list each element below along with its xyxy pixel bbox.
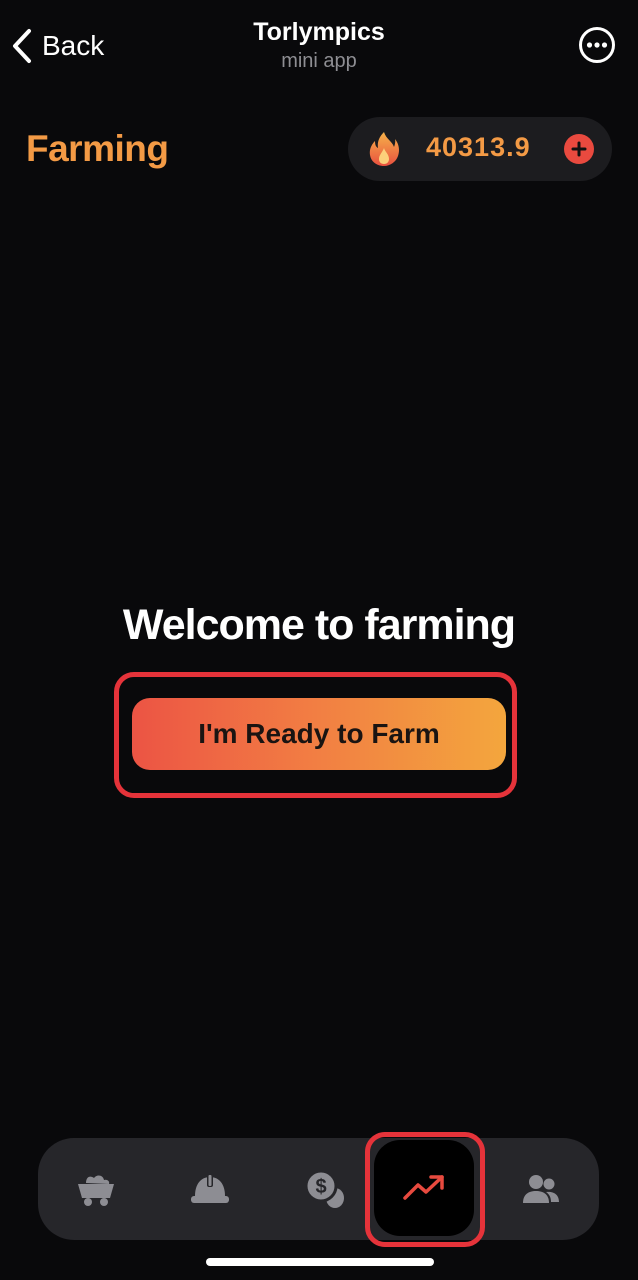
nav-item-earn[interactable]: $: [288, 1138, 360, 1240]
home-indicator: [206, 1258, 434, 1266]
coins-icon: $: [304, 1169, 344, 1208]
users-icon: [523, 1175, 559, 1203]
top-bar: Back Torlympics mini app: [0, 0, 638, 90]
nav-item-mine[interactable]: [60, 1138, 132, 1240]
add-balance-button[interactable]: [564, 134, 594, 164]
page-title: Farming: [26, 128, 169, 169]
svg-text:$: $: [315, 1176, 326, 1198]
nav-item-friends[interactable]: [505, 1138, 577, 1240]
highlight-frame-nav: [365, 1132, 485, 1247]
fire-icon: [369, 132, 399, 166]
bottom-nav: $: [38, 1138, 599, 1240]
mine-cart-icon: [78, 1175, 114, 1206]
title-block: Torlympics mini app: [0, 16, 638, 74]
more-options-icon[interactable]: [578, 26, 616, 64]
nav-item-build[interactable]: [174, 1138, 246, 1240]
balance-value: 40313.9: [426, 132, 531, 162]
welcome-heading: Welcome to farming: [122, 601, 516, 649]
balance-pill: 40313.9: [348, 117, 612, 181]
hard-hat-icon: [191, 1174, 229, 1203]
plus-icon: [571, 141, 587, 157]
app-title: Torlympics: [253, 18, 385, 46]
ready-to-farm-button[interactable]: I'm Ready to Farm: [132, 698, 506, 770]
app-subtitle: mini app: [281, 50, 357, 72]
